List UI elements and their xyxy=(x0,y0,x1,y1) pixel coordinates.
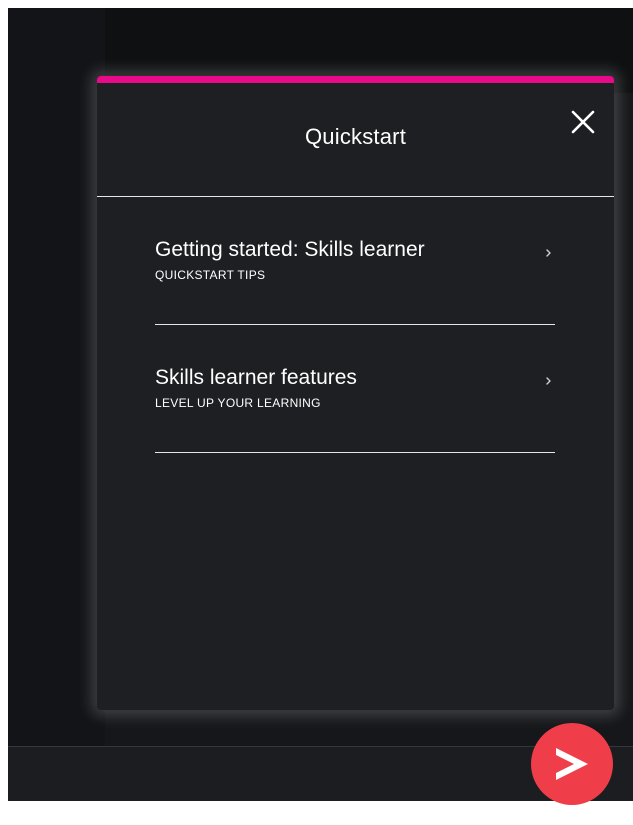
list-item-skills-features[interactable]: Skills learner features LEVEL UP YOUR LE… xyxy=(155,325,555,453)
launch-button[interactable] xyxy=(531,723,613,805)
panel-title: Quickstart xyxy=(304,124,407,149)
panel-header: Quickstart xyxy=(97,83,614,197)
panel-accent-bar xyxy=(97,76,614,83)
list-item-title: Getting started: Skills learner xyxy=(155,238,425,261)
list-item-getting-started[interactable]: Getting started: Skills learner QUICKSTA… xyxy=(155,197,555,325)
quickstart-panel: Quickstart Getting started: Skills learn… xyxy=(97,76,614,710)
play-arrow-icon xyxy=(556,748,588,780)
chevron-right-icon xyxy=(546,249,551,257)
close-icon xyxy=(571,110,595,134)
quickstart-list: Getting started: Skills learner QUICKSTA… xyxy=(155,197,555,453)
close-button[interactable] xyxy=(568,107,598,137)
list-item-subtitle: QUICKSTART TIPS xyxy=(155,268,266,282)
chevron-right-icon xyxy=(546,377,551,385)
left-sidebar xyxy=(8,8,105,748)
list-item-subtitle: LEVEL UP YOUR LEARNING xyxy=(155,396,321,410)
list-item-title: Skills learner features xyxy=(155,366,357,389)
